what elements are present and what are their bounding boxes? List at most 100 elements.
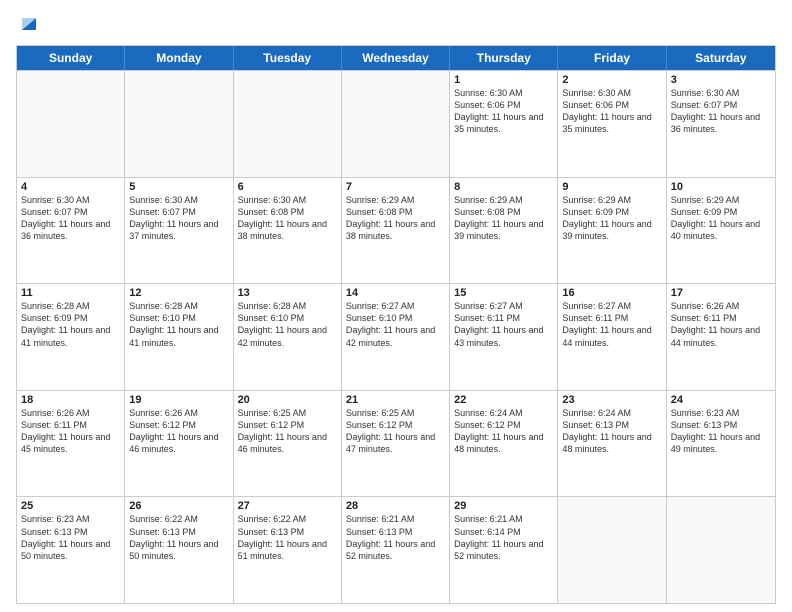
cal-cell: 21Sunrise: 6:25 AM Sunset: 6:12 PM Dayli… [342, 391, 450, 497]
day-number: 18 [21, 394, 120, 406]
day-info: Sunrise: 6:29 AM Sunset: 6:08 PM Dayligh… [454, 194, 553, 243]
day-number: 26 [129, 500, 228, 512]
day-info: Sunrise: 6:30 AM Sunset: 6:07 PM Dayligh… [21, 194, 120, 243]
cal-cell [17, 71, 125, 177]
day-info: Sunrise: 6:26 AM Sunset: 6:11 PM Dayligh… [21, 407, 120, 456]
day-number: 27 [238, 500, 337, 512]
cal-cell: 27Sunrise: 6:22 AM Sunset: 6:13 PM Dayli… [234, 497, 342, 603]
day-info: Sunrise: 6:29 AM Sunset: 6:08 PM Dayligh… [346, 194, 445, 243]
day-info: Sunrise: 6:23 AM Sunset: 6:13 PM Dayligh… [21, 513, 120, 562]
day-info: Sunrise: 6:24 AM Sunset: 6:13 PM Dayligh… [562, 407, 661, 456]
cal-header-tuesday: Tuesday [234, 46, 342, 70]
cal-cell: 9Sunrise: 6:29 AM Sunset: 6:09 PM Daylig… [558, 178, 666, 284]
day-info: Sunrise: 6:27 AM Sunset: 6:11 PM Dayligh… [454, 300, 553, 349]
calendar: SundayMondayTuesdayWednesdayThursdayFrid… [16, 45, 776, 604]
day-info: Sunrise: 6:28 AM Sunset: 6:09 PM Dayligh… [21, 300, 120, 349]
day-number: 22 [454, 394, 553, 406]
day-info: Sunrise: 6:21 AM Sunset: 6:14 PM Dayligh… [454, 513, 553, 562]
day-number: 16 [562, 287, 661, 299]
cal-cell: 23Sunrise: 6:24 AM Sunset: 6:13 PM Dayli… [558, 391, 666, 497]
day-number: 14 [346, 287, 445, 299]
day-number: 15 [454, 287, 553, 299]
day-info: Sunrise: 6:29 AM Sunset: 6:09 PM Dayligh… [671, 194, 771, 243]
day-info: Sunrise: 6:30 AM Sunset: 6:06 PM Dayligh… [454, 87, 553, 136]
calendar-body: 1Sunrise: 6:30 AM Sunset: 6:06 PM Daylig… [17, 70, 775, 603]
cal-cell: 10Sunrise: 6:29 AM Sunset: 6:09 PM Dayli… [667, 178, 775, 284]
day-number: 28 [346, 500, 445, 512]
cal-cell: 14Sunrise: 6:27 AM Sunset: 6:10 PM Dayli… [342, 284, 450, 390]
cal-cell: 19Sunrise: 6:26 AM Sunset: 6:12 PM Dayli… [125, 391, 233, 497]
cal-week-1: 4Sunrise: 6:30 AM Sunset: 6:07 PM Daylig… [17, 177, 775, 284]
day-number: 17 [671, 287, 771, 299]
day-info: Sunrise: 6:29 AM Sunset: 6:09 PM Dayligh… [562, 194, 661, 243]
cal-cell: 5Sunrise: 6:30 AM Sunset: 6:07 PM Daylig… [125, 178, 233, 284]
cal-cell: 17Sunrise: 6:26 AM Sunset: 6:11 PM Dayli… [667, 284, 775, 390]
cal-cell: 20Sunrise: 6:25 AM Sunset: 6:12 PM Dayli… [234, 391, 342, 497]
day-number: 10 [671, 181, 771, 193]
day-info: Sunrise: 6:22 AM Sunset: 6:13 PM Dayligh… [238, 513, 337, 562]
cal-cell: 13Sunrise: 6:28 AM Sunset: 6:10 PM Dayli… [234, 284, 342, 390]
logo-triangle-icon [18, 12, 40, 34]
cal-cell: 6Sunrise: 6:30 AM Sunset: 6:08 PM Daylig… [234, 178, 342, 284]
cal-cell: 7Sunrise: 6:29 AM Sunset: 6:08 PM Daylig… [342, 178, 450, 284]
cal-cell: 4Sunrise: 6:30 AM Sunset: 6:07 PM Daylig… [17, 178, 125, 284]
calendar-header-row: SundayMondayTuesdayWednesdayThursdayFrid… [17, 46, 775, 70]
day-number: 8 [454, 181, 553, 193]
cal-cell: 2Sunrise: 6:30 AM Sunset: 6:06 PM Daylig… [558, 71, 666, 177]
day-info: Sunrise: 6:25 AM Sunset: 6:12 PM Dayligh… [238, 407, 337, 456]
day-info: Sunrise: 6:22 AM Sunset: 6:13 PM Dayligh… [129, 513, 228, 562]
day-info: Sunrise: 6:28 AM Sunset: 6:10 PM Dayligh… [129, 300, 228, 349]
cal-cell [125, 71, 233, 177]
cal-cell [558, 497, 666, 603]
day-number: 3 [671, 74, 771, 86]
day-info: Sunrise: 6:21 AM Sunset: 6:13 PM Dayligh… [346, 513, 445, 562]
cal-week-0: 1Sunrise: 6:30 AM Sunset: 6:06 PM Daylig… [17, 70, 775, 177]
day-number: 23 [562, 394, 661, 406]
cal-header-sunday: Sunday [17, 46, 125, 70]
day-number: 7 [346, 181, 445, 193]
cal-cell: 16Sunrise: 6:27 AM Sunset: 6:11 PM Dayli… [558, 284, 666, 390]
cal-cell: 29Sunrise: 6:21 AM Sunset: 6:14 PM Dayli… [450, 497, 558, 603]
logo [16, 12, 40, 39]
cal-header-wednesday: Wednesday [342, 46, 450, 70]
cal-week-2: 11Sunrise: 6:28 AM Sunset: 6:09 PM Dayli… [17, 283, 775, 390]
cal-header-saturday: Saturday [667, 46, 775, 70]
day-number: 4 [21, 181, 120, 193]
day-info: Sunrise: 6:25 AM Sunset: 6:12 PM Dayligh… [346, 407, 445, 456]
cal-header-monday: Monday [125, 46, 233, 70]
day-info: Sunrise: 6:30 AM Sunset: 6:07 PM Dayligh… [129, 194, 228, 243]
cal-cell: 11Sunrise: 6:28 AM Sunset: 6:09 PM Dayli… [17, 284, 125, 390]
day-number: 13 [238, 287, 337, 299]
header [16, 12, 776, 39]
day-info: Sunrise: 6:24 AM Sunset: 6:12 PM Dayligh… [454, 407, 553, 456]
day-number: 29 [454, 500, 553, 512]
day-number: 9 [562, 181, 661, 193]
day-info: Sunrise: 6:30 AM Sunset: 6:06 PM Dayligh… [562, 87, 661, 136]
cal-week-4: 25Sunrise: 6:23 AM Sunset: 6:13 PM Dayli… [17, 496, 775, 603]
cal-cell: 3Sunrise: 6:30 AM Sunset: 6:07 PM Daylig… [667, 71, 775, 177]
cal-week-3: 18Sunrise: 6:26 AM Sunset: 6:11 PM Dayli… [17, 390, 775, 497]
cal-cell: 1Sunrise: 6:30 AM Sunset: 6:06 PM Daylig… [450, 71, 558, 177]
day-number: 1 [454, 74, 553, 86]
cal-cell [667, 497, 775, 603]
cal-cell: 26Sunrise: 6:22 AM Sunset: 6:13 PM Dayli… [125, 497, 233, 603]
day-info: Sunrise: 6:28 AM Sunset: 6:10 PM Dayligh… [238, 300, 337, 349]
day-number: 6 [238, 181, 337, 193]
day-info: Sunrise: 6:30 AM Sunset: 6:07 PM Dayligh… [671, 87, 771, 136]
cal-cell: 28Sunrise: 6:21 AM Sunset: 6:13 PM Dayli… [342, 497, 450, 603]
cal-cell: 18Sunrise: 6:26 AM Sunset: 6:11 PM Dayli… [17, 391, 125, 497]
day-info: Sunrise: 6:30 AM Sunset: 6:08 PM Dayligh… [238, 194, 337, 243]
day-info: Sunrise: 6:26 AM Sunset: 6:11 PM Dayligh… [671, 300, 771, 349]
day-number: 19 [129, 394, 228, 406]
cal-cell [342, 71, 450, 177]
cal-cell: 25Sunrise: 6:23 AM Sunset: 6:13 PM Dayli… [17, 497, 125, 603]
cal-cell: 15Sunrise: 6:27 AM Sunset: 6:11 PM Dayli… [450, 284, 558, 390]
day-number: 20 [238, 394, 337, 406]
day-number: 25 [21, 500, 120, 512]
day-info: Sunrise: 6:27 AM Sunset: 6:11 PM Dayligh… [562, 300, 661, 349]
cal-header-friday: Friday [558, 46, 666, 70]
cal-cell: 22Sunrise: 6:24 AM Sunset: 6:12 PM Dayli… [450, 391, 558, 497]
day-number: 2 [562, 74, 661, 86]
day-number: 5 [129, 181, 228, 193]
calendar-page: SundayMondayTuesdayWednesdayThursdayFrid… [0, 0, 792, 612]
